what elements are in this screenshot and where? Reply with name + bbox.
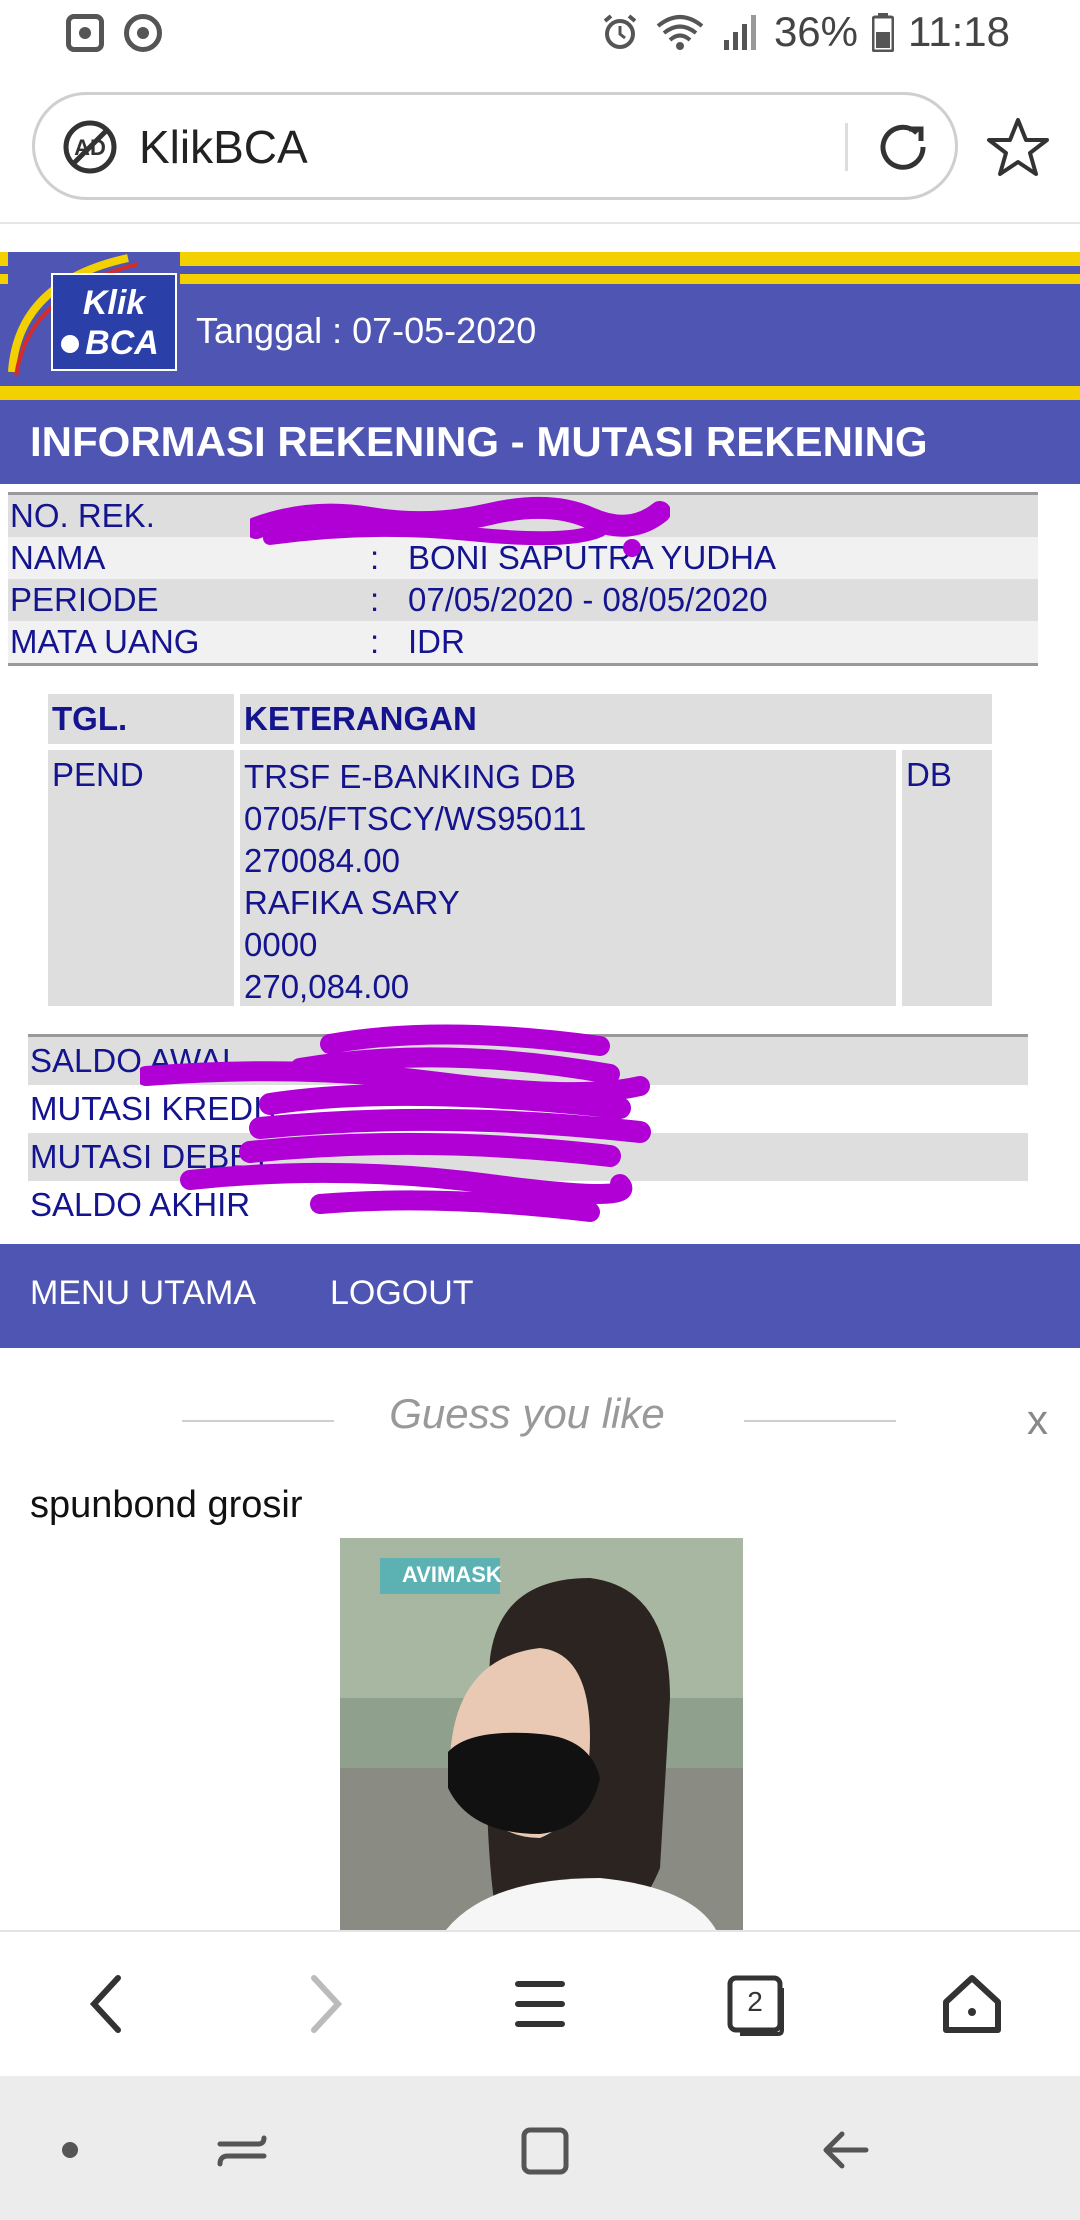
bookmark-star-icon[interactable] (986, 116, 1050, 180)
notification-app-icon (124, 14, 162, 52)
mutation-detail: TRSF E-BANKING DB 0705/FTSCY/WS95011 270… (240, 750, 896, 1006)
col-header-tgl: TGL. (48, 694, 234, 744)
image-brand-label: AVIMASK (402, 1562, 502, 1587)
product-image[interactable]: AVIMASK (340, 1538, 743, 1930)
recommendation-header: Guess you like (389, 1390, 665, 1437)
mutation-table: TGL. KETERANGAN PEND TRSF E-BANKING DB 0… (48, 694, 992, 1006)
colon: : (370, 581, 380, 618)
recommendation-panel: Guess you like x spunbond grosir AVIMASK (0, 1348, 1080, 1930)
web-page: Klik BCA Tanggal : 07-05-2020 INFORMASI … (0, 224, 1080, 1930)
svg-text:Klik: Klik (83, 284, 147, 322)
col-header-keterangan: KETERANGAN (240, 694, 992, 744)
back-nav-icon[interactable] (816, 2120, 876, 2180)
forward-icon[interactable] (288, 1968, 360, 2040)
klikbca-logo: Klik BCA (8, 252, 180, 380)
svg-text:BCA: BCA (85, 324, 159, 362)
clock: 11:18 (908, 8, 1010, 55)
mata-uang-label: MATA UANG (10, 623, 200, 660)
mutation-row: PEND TRSF E-BANKING DB 0705/FTSCY/WS9501… (48, 750, 992, 1006)
logout-link[interactable]: LOGOUT (330, 1274, 474, 1313)
signal-icon (723, 15, 756, 50)
mutation-header-row: TGL. KETERANGAN (48, 694, 992, 744)
browser-address-bar: AD KlikBCA (0, 72, 1080, 224)
browser-toolbar: 2 (0, 1930, 1080, 2076)
ad-block-icon[interactable]: AD (63, 120, 117, 174)
back-icon[interactable] (72, 1968, 144, 2040)
alarm-icon (603, 14, 637, 49)
divider (845, 123, 848, 171)
detail-line: 0000 (244, 926, 318, 963)
info-row-mata-uang: MATA UANG : IDR (8, 621, 1038, 663)
url-field[interactable]: AD KlikBCA (32, 92, 958, 200)
home-nav-icon[interactable] (514, 2120, 574, 2180)
page-title-band: INFORMASI REKENING - MUTASI REKENING (0, 396, 1080, 484)
mata-uang-value: IDR (408, 623, 465, 660)
menu-icon[interactable] (504, 1968, 576, 2040)
detail-line: 270084.00 (244, 842, 400, 879)
page-title: INFORMASI REKENING - MUTASI REKENING (30, 418, 928, 465)
reload-icon[interactable] (873, 117, 933, 177)
detail-line: TRSF E-BANKING DB (244, 758, 576, 795)
home-icon[interactable] (936, 1968, 1008, 2040)
recommendation-title[interactable]: spunbond grosir (30, 1484, 303, 1527)
mutation-tgl: PEND (48, 750, 234, 1006)
detail-line: RAFIKA SARY (244, 884, 460, 921)
tab-count: 2 (747, 1986, 763, 2017)
screen-recorder-icon (66, 14, 104, 52)
url-title: KlikBCA (139, 121, 308, 173)
detail-line: 0705/FTSCY/WS95011 (244, 800, 587, 837)
date-label: Tanggal : 07-05-2020 (196, 310, 537, 351)
battery-icon (872, 13, 894, 52)
recent-apps-icon[interactable] (212, 2120, 272, 2180)
detail-line: 270,084.00 (244, 968, 410, 1005)
mask-photo (340, 1538, 743, 1930)
status-bar: 36% 11:18 (0, 0, 1080, 72)
info-row-periode: PERIODE : 07/05/2020 - 08/05/2020 (8, 579, 1038, 621)
close-recommendation-button[interactable]: x (1027, 1396, 1048, 1444)
mutation-type: DB (902, 750, 992, 1006)
nav-dot-icon[interactable] (40, 2120, 100, 2180)
wifi-icon (656, 15, 704, 50)
bottom-menu-band: MENU UTAMA LOGOUT (0, 1244, 1080, 1348)
redaction-scribble (250, 496, 670, 557)
redaction-scribble (140, 1024, 651, 1222)
periode-label: PERIODE (10, 581, 159, 618)
system-navigation-bar (0, 2076, 1080, 2220)
header-stripe (0, 386, 1080, 396)
tabs-button[interactable]: 2 (720, 1968, 792, 2040)
battery-percent: 36% (773, 8, 858, 55)
menu-utama-link[interactable]: MENU UTAMA (30, 1274, 256, 1313)
colon: : (370, 623, 380, 660)
periode-value: 07/05/2020 - 08/05/2020 (408, 581, 768, 618)
